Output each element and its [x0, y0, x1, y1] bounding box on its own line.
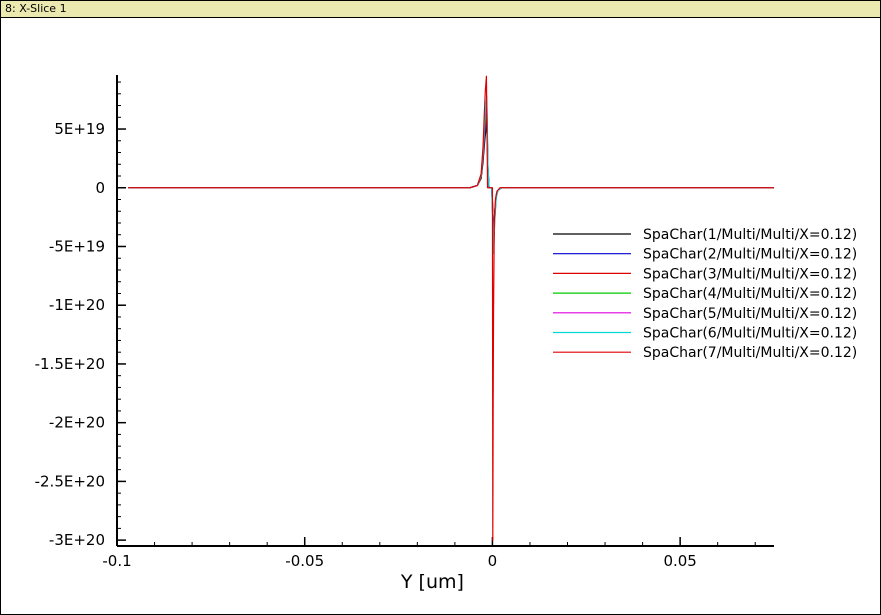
- y-tick-label: -1E+20: [49, 296, 105, 314]
- series-line-4: [128, 107, 774, 248]
- y-tick-label: -1.5E+20: [35, 355, 105, 373]
- x-axis-label: Y [um]: [400, 571, 464, 593]
- y-axis-ticks: 5E+19 0 -5E+19 -1E+20 -1.5E+20 -2E+20 -2.5E+20…: [35, 81, 126, 549]
- legend-label-1: SpaChar(1/Multi/Multi/X=0.12): [643, 227, 857, 243]
- x-axis-ticks: -0.1 -0.05 0 0.05: [102, 537, 756, 570]
- y-tick-label: -2.5E+20: [35, 472, 105, 490]
- y-tick-label: -2E+20: [49, 414, 105, 432]
- y-tick-label: -5E+19: [49, 237, 105, 255]
- x-tick-label: 0.05: [663, 552, 696, 570]
- x-tick-label: -0.1: [102, 552, 131, 570]
- legend-label-3: SpaChar(3/Multi/Multi/X=0.12): [643, 266, 857, 282]
- y-tick-label: 0: [95, 179, 105, 197]
- x-tick-label: -0.05: [285, 552, 324, 570]
- legend: SpaChar(1/Multi/Multi/X=0.12) SpaChar(2/M…: [553, 227, 857, 361]
- legend-label-7: SpaChar(7/Multi/Multi/X=0.12): [643, 345, 857, 361]
- y-tick-label: -3E+20: [49, 531, 105, 549]
- series-line-1: [128, 122, 774, 233]
- legend-label-5: SpaChar(5/Multi/Multi/X=0.12): [643, 306, 857, 322]
- legend-label-6: SpaChar(6/Multi/Multi/X=0.12): [643, 326, 857, 342]
- chart-canvas: 5E+19 0 -5E+19 -1E+20 -1.5E+20 -2E+20 -2.5E+20…: [35, 75, 857, 593]
- series-line-3: [128, 111, 774, 243]
- legend-label-4: SpaChar(4/Multi/Multi/X=0.12): [643, 286, 857, 302]
- x-tick-label: 0: [488, 552, 498, 570]
- y-tick-label: 5E+19: [54, 120, 105, 138]
- series-line-2: [128, 116, 774, 238]
- legend-label-2: SpaChar(2/Multi/Multi/X=0.12): [643, 247, 857, 263]
